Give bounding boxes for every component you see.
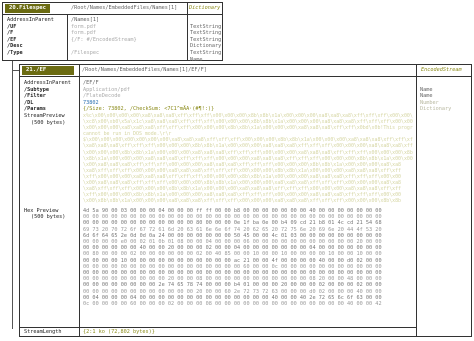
ef-val-params[interactable]: {/Size: 73802, /CheckSum: <7C1^mÄA·(#¶!:… — [83, 106, 214, 112]
stream-preview-line: \x00\x00\x00\x8b\x8b\x1a\x00\x00\x00\xa8… — [83, 149, 413, 156]
filespec-val-type[interactable]: /Filespec — [71, 50, 99, 56]
filespec-type-desc: Dictionary — [190, 43, 222, 50]
filespec-type-uf: TextString — [190, 23, 222, 30]
stream-preview-line: \xa8\xa8\xa8\xff\xff\xff\x00\x00\x00\x8b… — [83, 143, 413, 150]
filespec-key-type: /Type — [7, 49, 23, 56]
ef-key-streampreview-size: (500 bytes) — [31, 119, 66, 126]
hex-preview-text: 4d 5a 90 00 03 00 00 00 04 00 00 00 ff f… — [83, 208, 382, 307]
ef-type-filter: Name — [420, 93, 433, 100]
ef-key-params: /Params — [24, 106, 46, 113]
ef-key-hexpreview-size: (500 bytes) — [31, 214, 66, 220]
filespec-type-type: TextString — [190, 49, 222, 56]
filespec-key-f: /F — [7, 30, 14, 37]
filespec-val-address: /Names[1] — [71, 17, 100, 23]
ef-type-params: Dictionary — [420, 106, 452, 113]
ef-value-list: /EF/F Application/pdf /FlateDecode 73802… — [83, 80, 214, 113]
ef-type-subtype: Name — [420, 86, 433, 93]
filespec-type-list: TextString TextString TextString Diction… — [190, 24, 221, 64]
filespec-type-ef: TextString — [190, 36, 222, 43]
ef-header: 21./EF /Root/Names/EmbeddedFiles/Names[1… — [20, 65, 471, 77]
filespec-key-desc: /Desc — [7, 43, 23, 50]
stream-preview-text: x%c\x00\x00\x00\x00\xa8\xa8\xa8\xff\xff\… — [83, 113, 413, 204]
ef-val-filter[interactable]: /FlateDecode — [83, 93, 120, 99]
ef-type-dl: Number — [420, 99, 439, 106]
stream-preview-line: \x8b\x1a\x00\x00\x00\xa8\xa8\xa8\xff\xff… — [83, 155, 413, 162]
tree-connector — [12, 61, 13, 329]
filespec-key-uf: /UF — [7, 23, 17, 30]
ef-type-list: Name Name Number Dictionary — [420, 87, 451, 113]
stream-preview[interactable]: x%c\x00\x00\x00\x00\xa8\xa8\xa8\xff\xff\… — [83, 113, 413, 205]
stream-preview-line: \x00\x8b\x8b\x1a\x00\x00\x00\xa8\xa8\xa8… — [83, 198, 401, 205]
filespec-key-list: AddressInParent /UF /F /EF /Desc /Type — [7, 17, 54, 57]
hex-line: 0c 00 00 00 00 60 00 00 00 02 00 00 00 0… — [83, 301, 382, 308]
ef-panel: 21./EF /Root/Names/EmbeddedFiles/Names[1… — [19, 64, 472, 337]
ef-tag[interactable]: 21./EF — [22, 66, 74, 75]
ef-key-streampreview: StreamPreview — [24, 112, 65, 119]
filespec-panel: 20.Filespec /Root/Names/EmbeddedFiles/Na… — [2, 2, 223, 64]
filespec-value-list: /Names[1] form.pdf form.pdf {/F: #/Encod… — [71, 17, 137, 57]
stream-preview-line: \x00\xa8\xa8\xa8\xff\xff\xff\x00\x00\x00… — [83, 161, 401, 168]
ef-type: EncodedStream — [421, 67, 462, 73]
ef-val-subtype[interactable]: Application/pdf — [83, 87, 130, 93]
ef-val-streamlength[interactable]: {2:1 ko (72,802 bytes)} — [83, 329, 155, 336]
ef-key-address: AddressInParent — [24, 80, 71, 86]
filespec-path[interactable]: /Root/Names/EmbeddedFiles/Names[1] — [71, 5, 177, 12]
ef-key-streamlength: StreamLength — [24, 329, 62, 335]
filespec-tag[interactable]: 20.Filespec — [5, 4, 51, 13]
filespec-val-uf[interactable]: form.pdf — [71, 24, 96, 30]
ef-val-address: /EF/F — [83, 80, 99, 86]
filespec-header: 20.Filespec /Root/Names/EmbeddedFiles/Na… — [3, 3, 222, 15]
ef-key-dl: /DL — [24, 99, 34, 106]
filespec-val-f[interactable]: form.pdf — [71, 30, 96, 36]
filespec-type-f: TextString — [190, 30, 222, 37]
filespec-key-address: AddressInParent — [7, 17, 54, 23]
ef-val-dl[interactable]: 73802 — [83, 100, 99, 106]
ef-key-filter: /Filter — [24, 93, 46, 100]
filespec-type: Dictionary — [189, 5, 221, 11]
ef-path[interactable]: /Root/Names/EmbeddedFiles/Names[1]/EF/F] — [82, 67, 207, 74]
hex-preview[interactable]: 4d 5a 90 00 03 00 00 00 04 00 00 00 ff f… — [83, 208, 413, 325]
ef-key-list: AddressInParent /Subtype /Filter /DL /Pa… — [24, 80, 71, 126]
filespec-val-ef[interactable]: {/F: #/EncodedStream} — [71, 37, 137, 43]
filespec-key-ef: /EF — [7, 36, 17, 43]
filespec-type-name: Name — [190, 56, 203, 63]
ef-key-subtype: /Subtype — [24, 86, 49, 93]
